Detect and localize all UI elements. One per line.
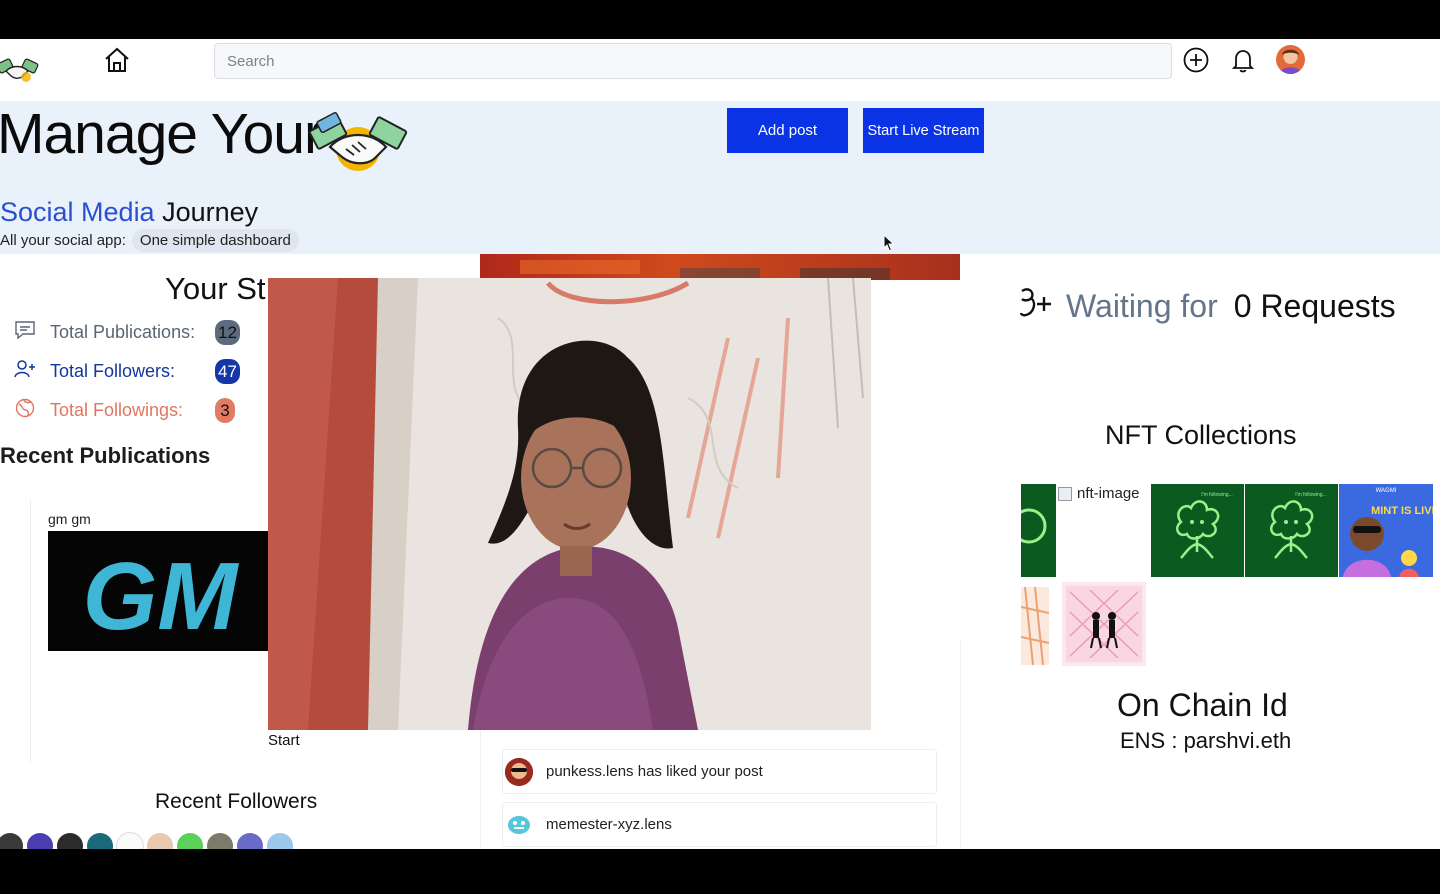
followers-avatars bbox=[0, 832, 296, 849]
notification-avatar bbox=[505, 757, 533, 786]
publication-card[interactable]: gm gm GM bbox=[30, 499, 271, 763]
follower-avatar[interactable] bbox=[56, 832, 84, 849]
tagline-prefix: All your social app: bbox=[0, 232, 126, 249]
plus-circle-icon[interactable] bbox=[1181, 45, 1211, 75]
mouse-cursor-icon bbox=[883, 233, 895, 252]
follower-avatar[interactable] bbox=[0, 832, 24, 849]
user-plus-icon bbox=[14, 358, 36, 385]
follower-avatar[interactable] bbox=[146, 832, 174, 849]
follower-avatar[interactable] bbox=[206, 832, 234, 849]
tagline-pill: One simple dashboard bbox=[131, 229, 299, 252]
nft-card[interactable]: I'm following... bbox=[1245, 484, 1338, 577]
search-input[interactable] bbox=[214, 43, 1172, 79]
svg-text:I'm following...: I'm following... bbox=[1201, 492, 1233, 498]
publication-image[interactable]: GM bbox=[48, 531, 271, 651]
svg-text:WAGMI: WAGMI bbox=[1376, 488, 1397, 494]
nft-card[interactable] bbox=[1062, 582, 1146, 666]
user-plus-icon bbox=[1019, 285, 1052, 328]
hero-tagline: All your social app: One simple dashboar… bbox=[0, 229, 299, 252]
navbar bbox=[0, 39, 1440, 101]
recent-publications-title: Recent Publications bbox=[0, 443, 211, 468]
follower-avatar[interactable] bbox=[266, 832, 294, 849]
ens-name: ENS : parshvi.eth bbox=[1120, 728, 1292, 753]
svg-text:MINT IS LIVE: MINT IS LIVE bbox=[1371, 505, 1433, 517]
hero-subtitle: Social Media Journey bbox=[0, 197, 258, 228]
publication-image-text: GM bbox=[83, 543, 240, 650]
bell-icon[interactable] bbox=[1228, 45, 1258, 75]
nft-card[interactable] bbox=[1021, 484, 1056, 577]
requests-label: Waiting for bbox=[1066, 288, 1218, 324]
webcam-video[interactable] bbox=[268, 278, 871, 730]
follower-avatar[interactable] bbox=[236, 832, 264, 849]
on-chain-id-title: On Chain Id bbox=[1117, 687, 1288, 723]
video-start-label[interactable]: Start bbox=[268, 732, 300, 749]
hero-section: Manage Your Add post Start Live Stream S… bbox=[0, 101, 1440, 254]
follower-avatar[interactable] bbox=[26, 832, 54, 849]
notification-item[interactable]: memester-xyz.lens bbox=[502, 802, 937, 847]
start-live-stream-button[interactable]: Start Live Stream bbox=[863, 108, 984, 153]
stat-count: 12 bbox=[215, 320, 240, 345]
publication-text: gm gm bbox=[48, 511, 91, 527]
stat-label: Total Followings: bbox=[50, 400, 184, 420]
stat-count: 47 bbox=[215, 359, 240, 384]
comment-icon bbox=[14, 319, 36, 346]
globe-icon bbox=[14, 397, 36, 424]
notification-item[interactable]: punkess.lens has liked your post bbox=[502, 749, 937, 794]
subtitle-accent: Social Media bbox=[0, 197, 155, 227]
stat-followers: Total Followers: 47 bbox=[14, 358, 240, 385]
feed-banner-image bbox=[480, 254, 960, 280]
stat-label: Total Followers: bbox=[50, 361, 176, 381]
requests-count: 0 Requests bbox=[1233, 288, 1396, 324]
user-avatar[interactable] bbox=[1276, 45, 1305, 74]
follow-requests: Waiting for 0 Requests bbox=[1019, 285, 1396, 328]
handshake-logo-icon[interactable] bbox=[0, 49, 40, 87]
recent-followers-title: Recent Followers bbox=[155, 790, 318, 813]
subtitle-rest: Journey bbox=[162, 197, 259, 227]
follower-avatar[interactable] bbox=[116, 832, 144, 849]
nft-card[interactable]: WAGMI MINT IS LIVE bbox=[1339, 484, 1433, 577]
stat-followings: Total Followings: 3 bbox=[14, 397, 235, 424]
stat-count: 3 bbox=[215, 398, 235, 423]
stats-title: Your St bbox=[165, 271, 266, 306]
nft-card[interactable] bbox=[1021, 587, 1049, 665]
nft-card[interactable]: I'm following... bbox=[1151, 484, 1244, 577]
nft-broken-alt: nft-image bbox=[1077, 485, 1140, 502]
svg-text:I'm following...: I'm following... bbox=[1295, 492, 1327, 498]
notification-text: memester-xyz.lens bbox=[546, 816, 672, 833]
notification-text: punkess.lens has liked your post bbox=[546, 763, 763, 780]
nft-broken-image[interactable]: nft-image bbox=[1058, 485, 1140, 502]
broken-image-icon bbox=[1058, 486, 1072, 501]
handshake-illustration-icon bbox=[308, 105, 408, 175]
app-screen: Manage Your Add post Start Live Stream S… bbox=[0, 39, 1440, 849]
follower-avatar[interactable] bbox=[86, 832, 114, 849]
add-post-button[interactable]: Add post bbox=[727, 108, 848, 153]
notification-avatar bbox=[505, 810, 533, 839]
stat-label: Total Publications: bbox=[50, 322, 196, 342]
stat-publications: Total Publications: 12 bbox=[14, 319, 240, 346]
nft-collections-title: NFT Collections bbox=[1105, 420, 1297, 450]
home-icon[interactable] bbox=[102, 45, 132, 75]
hero-title: Manage Your bbox=[0, 102, 323, 166]
follower-avatar[interactable] bbox=[176, 832, 204, 849]
